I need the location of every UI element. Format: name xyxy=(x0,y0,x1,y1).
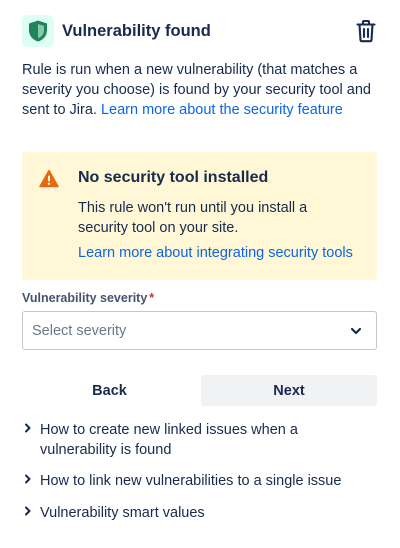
severity-label-text: Vulnerability severity xyxy=(22,291,148,305)
integrating-tools-link[interactable]: Learn more about integrating security to… xyxy=(78,245,353,261)
back-button[interactable]: Back xyxy=(22,375,197,406)
required-mark: * xyxy=(149,291,155,305)
trash-icon[interactable] xyxy=(352,17,380,45)
severity-label: Vulnerability severity * xyxy=(22,291,154,305)
severity-placeholder: Select severity xyxy=(32,322,127,339)
help-link-label: How to create new linked issues when a v… xyxy=(40,422,298,458)
help-link-single-issue[interactable]: How to link new vulnerabilities to a sin… xyxy=(22,469,382,491)
warning-title: No security tool installed xyxy=(78,169,269,186)
chevron-right-icon xyxy=(22,469,40,489)
security-feature-link[interactable]: Learn more about the security feature xyxy=(101,102,343,118)
help-link-label: Vulnerability smart values xyxy=(40,505,205,521)
shield-icon xyxy=(22,15,54,47)
severity-select[interactable]: Select severity xyxy=(22,311,377,350)
chevron-right-icon xyxy=(22,418,40,438)
trigger-header: Vulnerability found xyxy=(22,13,380,49)
next-button[interactable]: Next xyxy=(201,375,377,406)
chevron-right-icon xyxy=(22,501,40,521)
warning-panel: No security tool installed This rule won… xyxy=(22,152,377,280)
help-link-smart-values[interactable]: Vulnerability smart values xyxy=(22,501,382,523)
trigger-description: Rule is run when a new vulnerability (th… xyxy=(22,60,382,120)
warning-icon xyxy=(39,169,59,189)
help-link-label: How to link new vulnerabilities to a sin… xyxy=(40,473,342,489)
trigger-title: Vulnerability found xyxy=(62,21,211,40)
warning-body: This rule won't run until you install a … xyxy=(78,200,308,236)
help-link-create-linked-issues[interactable]: How to create new linked issues when a v… xyxy=(22,418,322,460)
chevron-down-icon xyxy=(350,324,364,338)
